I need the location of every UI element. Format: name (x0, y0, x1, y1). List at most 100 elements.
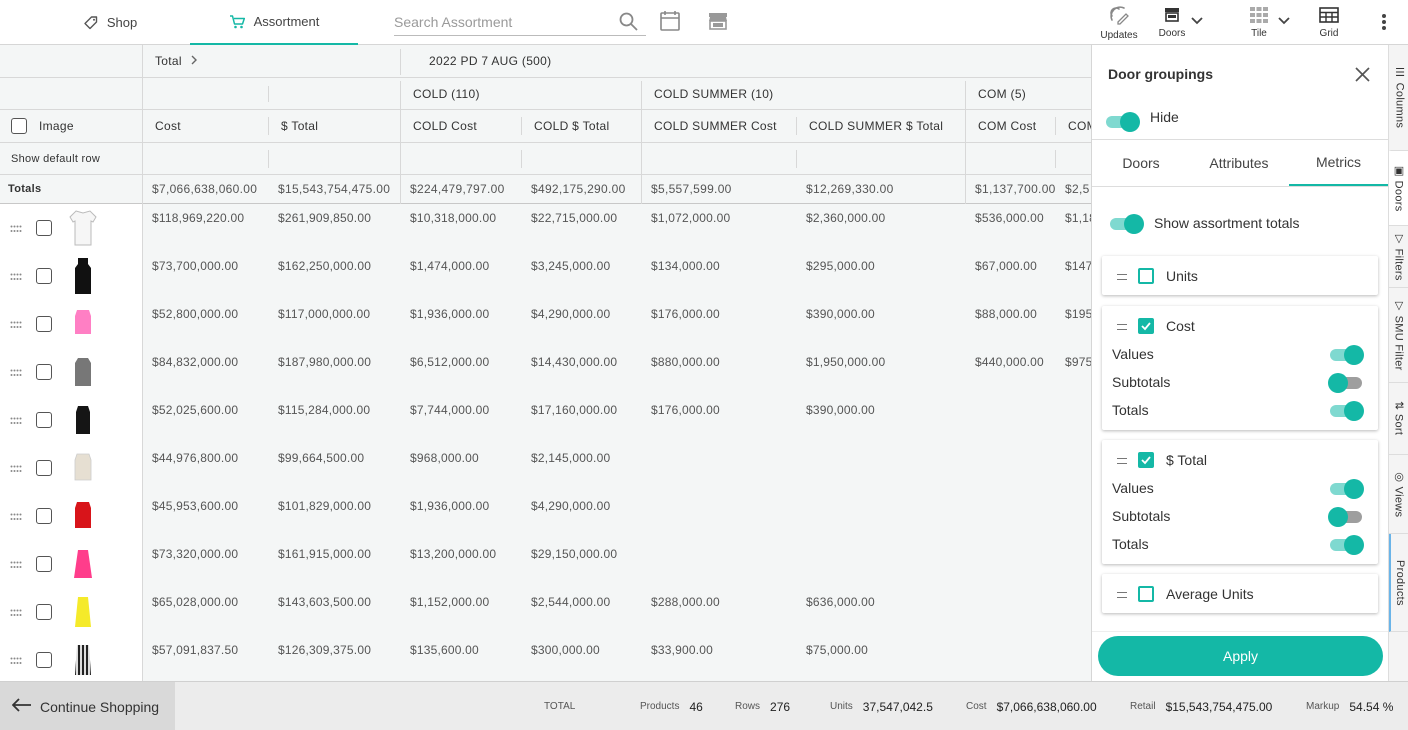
total-values-toggle[interactable] (1328, 478, 1364, 499)
table-cell[interactable]: $65,028,000.00 (152, 595, 238, 609)
table-row[interactable]: $73,320,000.00 $161,915,000.00 $13,200,000… (0, 540, 1091, 588)
cost-values-toggle[interactable] (1328, 344, 1364, 365)
table-cell[interactable]: $57,091,837.50 (152, 643, 238, 657)
table-cell[interactable]: $300,000.00 (531, 643, 600, 657)
table-cell[interactable]: $295,000.00 (806, 259, 875, 273)
table-cell[interactable]: $126,309,375.00 (278, 643, 371, 657)
close-icon[interactable] (1355, 67, 1370, 87)
sidetab-smu-filter[interactable]: ▽ SMU Filter (1389, 288, 1408, 383)
table-cell[interactable]: $636,000.00 (806, 595, 875, 609)
table-cell[interactable]: $6,512,000.00 (410, 355, 489, 369)
chevron-down-icon[interactable] (1277, 14, 1291, 33)
table-cell[interactable]: $536,000.00 (975, 211, 1044, 225)
table-cell[interactable]: $73,700,000.00 (152, 259, 238, 273)
table-cell[interactable]: $84,832,000.00 (152, 355, 238, 369)
search-input[interactable] (394, 13, 614, 30)
table-cell[interactable]: $440,000.00 (975, 355, 1044, 369)
column-header-com[interactable]: COM (1068, 110, 1091, 142)
total-header[interactable]: Total (155, 45, 198, 77)
table-cell[interactable]: $3,245,000.00 (531, 259, 610, 273)
column-header-cold-cost[interactable]: COLD Cost (413, 110, 477, 142)
table-cell[interactable]: $195 (1065, 307, 1091, 321)
row-checkbox[interactable] (36, 604, 52, 620)
table-cell[interactable]: $115,284,000.00 (278, 403, 370, 417)
select-all-checkbox[interactable] (11, 118, 27, 134)
table-cell[interactable]: $176,000.00 (651, 403, 720, 417)
metric-checkbox-units[interactable] (1138, 268, 1154, 284)
table-cell[interactable]: $29,150,000.00 (531, 547, 617, 561)
table-cell[interactable]: $390,000.00 (806, 307, 875, 321)
table-row[interactable]: $73,700,000.00 $162,250,000.00 $1,474,000.… (0, 252, 1091, 300)
table-cell[interactable]: $1,936,000.00 (410, 499, 489, 513)
table-cell[interactable]: $880,000.00 (651, 355, 720, 369)
sidetab-columns[interactable]: ☰ Columns (1389, 45, 1408, 151)
sidetab-doors[interactable]: ▣ Doors (1389, 151, 1408, 226)
table-row[interactable]: $44,976,800.00 $99,664,500.00 $968,000.00 $… (0, 444, 1091, 492)
tab-assortment[interactable]: Assortment (190, 0, 358, 45)
drag-handle-icon[interactable] (10, 369, 22, 377)
table-cell[interactable]: $75,000.00 (806, 643, 868, 657)
table-cell[interactable]: $14,430,000.00 (531, 355, 617, 369)
drag-handle-icon[interactable] (1117, 458, 1127, 464)
product-image[interactable] (66, 496, 100, 536)
table-cell[interactable]: $1,152,000.00 (410, 595, 489, 609)
hide-toggle[interactable] (1104, 111, 1140, 132)
metric-checkbox-cost[interactable] (1138, 318, 1154, 334)
cost-subtotals-toggle[interactable] (1328, 372, 1364, 393)
row-checkbox[interactable] (36, 460, 52, 476)
row-checkbox[interactable] (36, 508, 52, 524)
table-cell[interactable]: $147 (1065, 259, 1091, 273)
table-cell[interactable]: $288,000.00 (651, 595, 720, 609)
row-checkbox[interactable] (36, 316, 52, 332)
table-cell[interactable]: $4,290,000.00 (531, 499, 610, 513)
table-cell[interactable]: $117,000,000.00 (278, 307, 370, 321)
table-cell[interactable]: $17,160,000.00 (531, 403, 617, 417)
drag-handle-icon[interactable] (10, 657, 22, 665)
drag-handle-icon[interactable] (10, 321, 22, 329)
table-cell[interactable]: $52,800,000.00 (152, 307, 238, 321)
sidetab-products[interactable]: Products (1389, 534, 1408, 632)
product-image[interactable] (66, 544, 100, 584)
cost-totals-toggle[interactable] (1328, 400, 1364, 421)
table-cell[interactable]: $1,474,000.00 (410, 259, 489, 273)
sidetab-views[interactable]: ◎ Views (1389, 455, 1408, 534)
calendar-icon[interactable] (660, 10, 680, 37)
metric-checkbox-average-units[interactable] (1138, 586, 1154, 602)
table-cell[interactable]: $13,200,000.00 (410, 547, 496, 561)
drag-handle-icon[interactable] (10, 417, 22, 425)
tab-metrics[interactable]: Metrics (1289, 140, 1388, 186)
drag-handle-icon[interactable] (10, 225, 22, 233)
table-cell[interactable]: $10,318,000.00 (410, 211, 496, 225)
drag-handle-icon[interactable] (10, 561, 22, 569)
table-cell[interactable]: $1,936,000.00 (410, 307, 489, 321)
table-cell[interactable]: $33,900.00 (651, 643, 713, 657)
row-checkbox[interactable] (36, 556, 52, 572)
table-cell[interactable]: $968,000.00 (410, 451, 479, 465)
product-image[interactable] (66, 352, 100, 392)
table-cell[interactable]: $143,603,500.00 (278, 595, 371, 609)
product-image[interactable] (66, 640, 100, 680)
table-cell[interactable]: $73,320,000.00 (152, 547, 238, 561)
drag-handle-icon[interactable] (1117, 592, 1127, 598)
column-header-total[interactable]: $ Total (281, 110, 318, 142)
table-row[interactable]: $52,800,000.00 $117,000,000.00 $1,936,000.… (0, 300, 1091, 348)
table-row[interactable]: $65,028,000.00 $143,603,500.00 $1,152,000.… (0, 588, 1091, 636)
more-vertical-icon[interactable] (1381, 13, 1387, 36)
tab-shop[interactable]: Shop (70, 0, 150, 45)
table-cell[interactable]: $44,976,800.00 (152, 451, 238, 465)
total-totals-toggle[interactable] (1328, 534, 1364, 555)
table-cell[interactable]: $134,000.00 (651, 259, 720, 273)
metric-card-units[interactable]: Units (1102, 256, 1378, 295)
table-row[interactable]: $57,091,837.50 $126,309,375.00 $135,600.00… (0, 636, 1091, 681)
metric-checkbox-total[interactable] (1138, 452, 1154, 468)
table-cell[interactable]: $162,250,000.00 (278, 259, 371, 273)
table-cell[interactable]: $88,000.00 (975, 307, 1037, 321)
column-header-cold-total[interactable]: COLD $ Total (534, 110, 609, 142)
drag-handle-icon[interactable] (1117, 274, 1127, 280)
metric-card-average-units[interactable]: Average Units (1102, 574, 1378, 613)
column-header-cold-summer-total[interactable]: COLD SUMMER $ Total (809, 110, 943, 142)
metric-card-cost[interactable]: Cost Values Subtotals Totals (1102, 306, 1378, 430)
product-image[interactable] (66, 400, 100, 440)
table-cell[interactable]: $118,969,220.00 (152, 211, 244, 225)
doors-button[interactable]: Doors (1152, 0, 1192, 45)
